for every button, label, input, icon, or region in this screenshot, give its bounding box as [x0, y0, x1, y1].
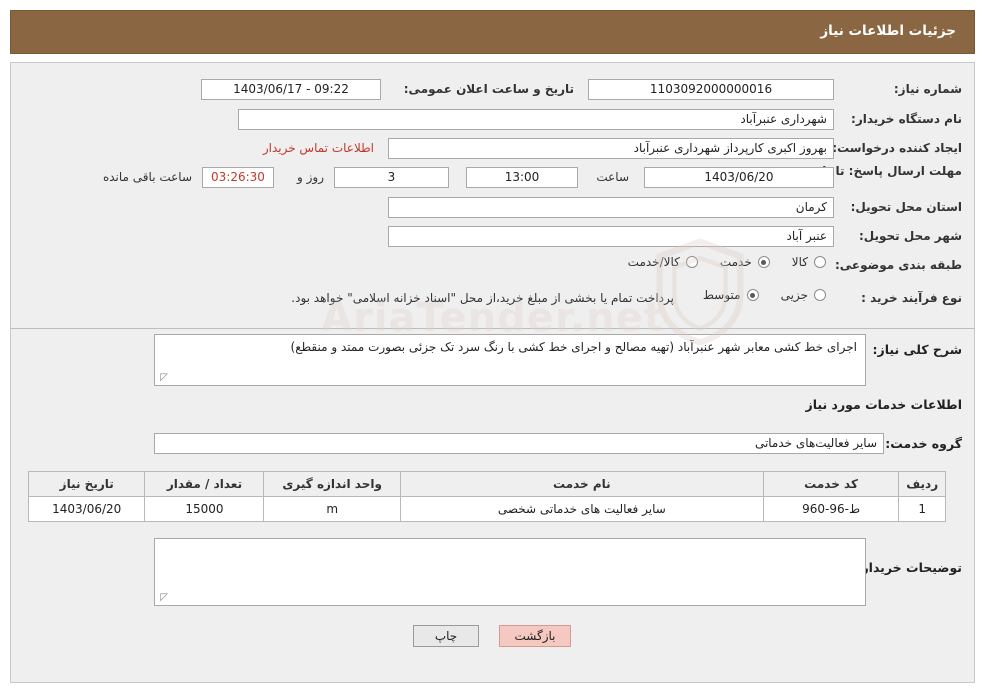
buyer-org-value: شهرداری عنبرآباد [238, 109, 834, 130]
service-group-label: گروه خدمت: [885, 436, 962, 451]
resize-grip-icon[interactable]: ◸ [158, 373, 168, 383]
description-value[interactable]: اجرای خط کشی معابر شهر عنبرآباد (تهیه مص… [154, 334, 866, 386]
cell-name: سایر فعالیت های خدماتی شخصی [399, 496, 764, 522]
back-button[interactable]: بازگشت [499, 625, 571, 647]
category-radio-group: کالا خدمت کالا/خدمت [606, 255, 826, 269]
cell-code: ط-96-960 [762, 496, 900, 522]
col-name: نام خدمت [399, 471, 764, 497]
services-table: ردیف کد خدمت نام خدمت واحد اندازه گیری ت… [27, 471, 946, 522]
purchase-type-radio-group: جزیی متوسط [681, 288, 826, 302]
days-left-label: روز و [297, 170, 324, 184]
buyer-org-label: نام دستگاه خریدار: [851, 112, 962, 126]
details-panel: شماره نیاز: 1103092000000016 تاریخ و ساع… [10, 62, 975, 683]
need-number-value: 1103092000000016 [588, 79, 834, 100]
page-root: جزئیات اطلاعات نیاز شماره نیاز: 11030920… [0, 0, 985, 691]
purchase-type-label: نوع فرآیند خرید : [861, 291, 962, 305]
radio-icon [814, 289, 826, 301]
need-number-label: شماره نیاز: [893, 82, 962, 96]
category-option-kala-khedmat[interactable]: کالا/خدمت [628, 255, 698, 269]
days-left-value: 3 [334, 167, 449, 188]
time-left-label: ساعت باقی مانده [102, 170, 192, 184]
need-info-section: شماره نیاز: 1103092000000016 تاریخ و ساع… [11, 63, 974, 346]
page-header: جزئیات اطلاعات نیاز [10, 10, 975, 54]
category-option-khedmat[interactable]: خدمت [720, 255, 770, 269]
services-section-title: اطلاعات خدمات مورد نیاز [805, 397, 963, 412]
city-label: شهر محل تحویل: [858, 229, 962, 243]
purchase-type-option-jozii[interactable]: جزیی [781, 288, 826, 302]
resize-grip-icon[interactable]: ◸ [158, 593, 168, 603]
needs-detail-section: شرح کلی نیاز: اجرای خط کشی معابر شهر عنب… [11, 329, 974, 682]
radio-icon [757, 256, 770, 268]
radio-icon [746, 289, 759, 301]
announce-datetime-label: تاریخ و ساعت اعلان عمومی: [403, 82, 574, 96]
radio-icon [814, 256, 826, 268]
col-index: ردیف [898, 471, 946, 497]
page-title: جزئیات اطلاعات نیاز [820, 23, 956, 39]
col-code: کد خدمت [762, 471, 900, 497]
service-group-value: سایر فعالیت‌های خدماتی [154, 433, 884, 454]
col-date: تاریخ نیاز [27, 471, 146, 497]
province-value: کرمان [388, 197, 834, 218]
cell-date: 1403/06/20 [27, 496, 146, 522]
category-option-kala[interactable]: کالا [792, 255, 826, 269]
city-value: عنبر آباد [388, 226, 834, 247]
purchase-type-option-label: متوسط [702, 288, 741, 302]
category-label: طبقه بندی موضوعی: [834, 258, 962, 272]
purchase-type-option-motevaset[interactable]: متوسط [703, 288, 759, 302]
table-row: 1 ط-96-960 سایر فعالیت های خدماتی شخصی m… [27, 496, 946, 522]
cell-index: 1 [898, 496, 946, 522]
buyer-contact-link[interactable]: اطلاعات تماس خریدار [263, 141, 374, 155]
deadline-hour-value: 13:00 [466, 167, 578, 188]
category-option-label: خدمت [719, 255, 752, 269]
deadline-hour-label: ساعت [596, 170, 629, 184]
creator-label: ایجاد کننده درخواست: [832, 141, 962, 155]
radio-icon [685, 256, 698, 268]
deadline-date-value: 1403/06/20 [644, 167, 834, 188]
time-left-value: 03:26:30 [202, 167, 274, 188]
category-option-label: کالا/خدمت [627, 255, 680, 269]
province-label: استان محل تحویل: [850, 200, 962, 214]
description-label: شرح کلی نیاز: [872, 342, 962, 357]
cell-quantity: 15000 [144, 496, 265, 522]
col-unit: واحد اندازه گیری [263, 471, 401, 497]
cell-unit: m [263, 496, 401, 522]
deadline-label: مهلت ارسال پاسخ: تا تاریخ: [797, 164, 962, 178]
creator-value: بهروز اکبری کارپرداز شهرداری عنبرآباد [388, 138, 834, 159]
buyer-notes-value[interactable]: ◸ [154, 538, 866, 606]
purchase-note: پرداخت تمام یا بخشی از مبلغ خرید،از محل … [291, 291, 674, 305]
table-header-row: ردیف کد خدمت نام خدمت واحد اندازه گیری ت… [27, 471, 946, 497]
category-option-label: کالا [791, 255, 808, 269]
col-quantity: تعداد / مقدار [144, 471, 265, 497]
print-button[interactable]: چاپ [413, 625, 479, 647]
purchase-type-option-label: جزیی [780, 288, 808, 302]
description-text: اجرای خط کشی معابر شهر عنبرآباد (تهیه مص… [290, 340, 857, 354]
announce-datetime-value: 09:22 - 1403/06/17 [201, 79, 381, 100]
buyer-notes-label: توضیحات خریدار; [856, 560, 962, 575]
